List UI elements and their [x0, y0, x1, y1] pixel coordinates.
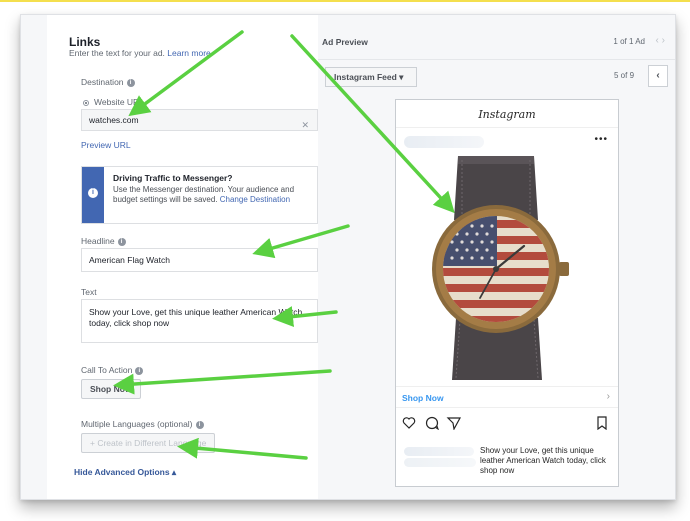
preview-url-link[interactable]: Preview URL: [81, 140, 131, 150]
website-url-input[interactable]: watches.com ✕: [81, 109, 318, 131]
blurred-caption-name: [404, 447, 474, 456]
ad-form-panel: Links Enter the text for your ad. Learn …: [47, 15, 337, 499]
primary-text-input[interactable]: Show your Love, get this unique leather …: [81, 299, 318, 343]
instagram-post-preview: Instagram ••• Shop Now › Show your Love,…: [395, 99, 619, 487]
share-icon[interactable]: [446, 417, 462, 431]
call-to-action-label-text: Call To Action: [81, 365, 133, 375]
headline-label-text: Headline: [81, 236, 115, 246]
headline-label: Headline i: [81, 236, 126, 246]
chevron-left-icon[interactable]: ‹: [648, 65, 668, 87]
ad-nav-arrows[interactable]: ‹ ›: [656, 35, 665, 46]
ad-preview-title: Ad Preview: [322, 37, 368, 47]
call-to-action-dropdown[interactable]: Shop Now: [81, 379, 141, 399]
chevron-right-icon: ›: [606, 391, 610, 402]
ad-count: 1 of 1 Ad: [613, 37, 645, 46]
website-url-radio[interactable]: Website URL: [83, 97, 144, 107]
info-icon[interactable]: i: [135, 366, 144, 375]
radio-icon[interactable]: [83, 99, 89, 106]
destination-label-text: Destination: [81, 77, 124, 87]
post-caption: Show your Love, get this unique leather …: [480, 446, 606, 475]
change-destination-link[interactable]: Change Destination: [220, 195, 290, 204]
multiple-languages-label: Multiple Languages (optional) i: [81, 419, 204, 429]
info-icon[interactable]: i: [195, 420, 204, 429]
hide-advanced-options-link[interactable]: Hide Advanced Options ▴: [74, 467, 176, 478]
bookmark-icon[interactable]: [597, 416, 607, 431]
shop-now-link[interactable]: Shop Now: [402, 393, 444, 403]
learn-more-link[interactable]: Learn more.: [167, 48, 213, 58]
section-title: Links: [69, 35, 101, 49]
messenger-notice: i Driving Traffic to Messenger? Use the …: [81, 166, 318, 224]
blurred-caption-line: [404, 458, 476, 467]
cta-bar[interactable]: Shop Now ›: [396, 386, 618, 408]
website-url-label: Website URL: [94, 97, 144, 107]
call-to-action-label: Call To Action i: [81, 365, 144, 375]
headline-input[interactable]: American Flag Watch: [81, 248, 318, 272]
more-icon[interactable]: •••: [594, 134, 608, 145]
placement-dropdown[interactable]: Instagram Feed ▾: [325, 67, 417, 87]
create-language-button[interactable]: + Create in Different Language: [81, 433, 216, 453]
top-highlight-line: [0, 0, 690, 2]
website-url-value: watches.com: [89, 115, 139, 125]
chevron-right-icon[interactable]: ›: [662, 35, 665, 46]
clear-icon[interactable]: ✕: [301, 115, 309, 135]
comment-icon[interactable]: [425, 416, 440, 431]
info-icon[interactable]: i: [126, 78, 135, 87]
section-subtitle: Enter the text for your ad. Learn more.: [69, 48, 213, 58]
divider: [396, 127, 618, 128]
info-icon: i: [88, 188, 98, 198]
text-label: Text: [81, 287, 97, 297]
ad-preview-panel: Ad Preview 1 of 1 Ad ‹ › Instagram Feed …: [318, 15, 675, 499]
divider: [318, 59, 675, 60]
blurred-account-name: [404, 136, 484, 148]
section-subtitle-text: Enter the text for your ad.: [69, 48, 165, 58]
notice-body: Use the Messenger destination. Your audi…: [113, 185, 313, 205]
notice-title: Driving Traffic to Messenger?: [113, 173, 233, 183]
multiple-languages-label-text: Multiple Languages (optional): [81, 419, 193, 429]
ad-image: [396, 150, 618, 386]
post-actions: [402, 416, 614, 431]
watch-image: [432, 156, 569, 380]
heart-icon[interactable]: [402, 417, 416, 429]
info-icon[interactable]: i: [117, 237, 126, 246]
instagram-logo: Instagram: [478, 108, 536, 121]
placement-page-count: 5 of 9: [614, 71, 635, 80]
chevron-left-icon[interactable]: ‹: [656, 35, 659, 46]
destination-label: Destination i: [81, 77, 135, 87]
ad-editor-window: Links Enter the text for your ad. Learn …: [20, 14, 676, 500]
